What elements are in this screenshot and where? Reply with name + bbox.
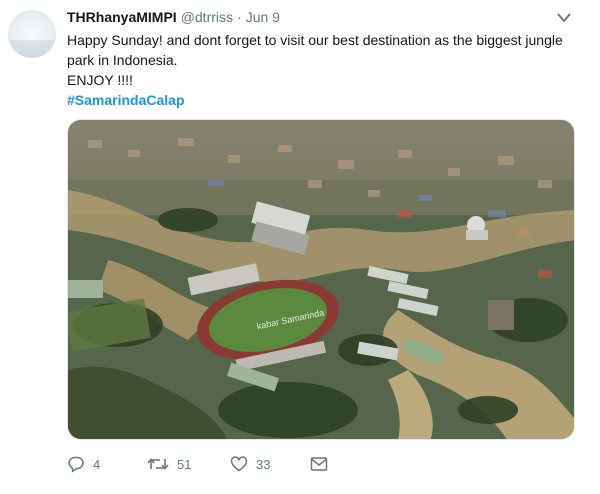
tweet-card[interactable]: THRhanyaMIMPI @dtrriss · Jun 9 Happy Sun…: [0, 0, 600, 494]
heart-icon: [230, 456, 248, 472]
aerial-flood-photo: kabar Samarinda: [68, 120, 574, 439]
retweet-arrows-icon: [147, 458, 169, 470]
author-handle[interactable]: @dtrriss: [181, 9, 233, 25]
retweet-count: 51: [177, 456, 192, 472]
reply-count: 4: [93, 456, 101, 472]
speech-bubble-icon: [68, 456, 84, 473]
hashtag-link[interactable]: #SamarindaCalap: [67, 90, 587, 110]
separator-dot: ·: [237, 9, 242, 25]
tweet-text: Happy Sunday! and dont forget to visit o…: [67, 30, 587, 110]
tweet-text-line: park in Indonesia.: [67, 52, 178, 68]
tweet-text-line: Happy Sunday! and dont forget to visit o…: [67, 32, 563, 48]
tweet-actions: 4 51 33: [67, 452, 367, 476]
tweet-header: THRhanyaMIMPI @dtrriss · Jun 9: [67, 9, 280, 29]
chevron-down-icon[interactable]: [556, 12, 572, 24]
tweet-text-line: ENJOY !!!!: [67, 72, 133, 88]
reply-button[interactable]: 4: [67, 452, 100, 476]
tweet-photo[interactable]: kabar Samarinda: [67, 119, 575, 440]
author-name[interactable]: THRhanyaMIMPI: [67, 9, 177, 25]
like-button[interactable]: 33: [230, 452, 270, 476]
tweet-date[interactable]: Jun 9: [246, 9, 280, 25]
avatar[interactable]: [8, 10, 56, 58]
envelope-icon: [310, 457, 328, 471]
direct-message-button[interactable]: [310, 452, 328, 476]
retweet-button[interactable]: 51: [147, 452, 191, 476]
like-count: 33: [256, 456, 271, 472]
